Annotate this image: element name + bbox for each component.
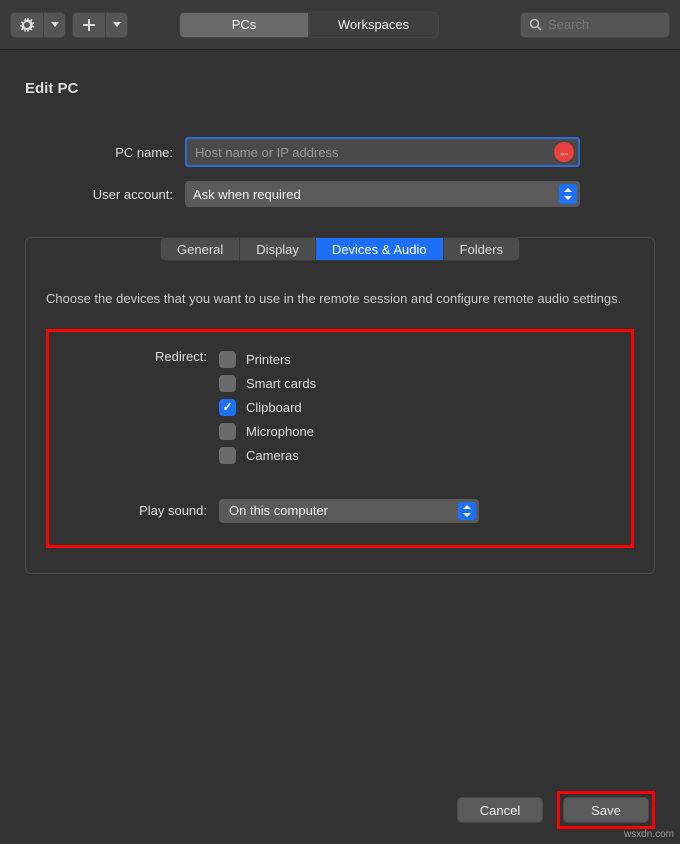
checkbox-clipboard-label: Clipboard (246, 400, 302, 415)
footer-buttons: Cancel Save (457, 791, 655, 829)
user-account-value: Ask when required (193, 187, 301, 202)
checkbox-cameras-label: Cameras (246, 448, 299, 463)
settings-button[interactable] (10, 12, 44, 38)
chevron-down-icon (51, 22, 59, 27)
tab-folders[interactable]: Folders (444, 237, 520, 261)
page-title: Edit PC (25, 80, 655, 97)
play-sound-label: Play sound: (69, 503, 219, 518)
search-input[interactable] (548, 17, 661, 32)
checkbox-microphone[interactable] (219, 423, 236, 440)
updown-icon (559, 184, 577, 204)
view-segmented: PCs Workspaces (179, 12, 439, 38)
play-sound-select[interactable]: On this computer (219, 499, 479, 523)
settings-group (10, 12, 66, 38)
tab-general[interactable]: General (160, 237, 240, 261)
user-account-label: User account: (25, 187, 185, 202)
checkbox-printers[interactable] (219, 351, 236, 368)
updown-icon (458, 502, 476, 520)
settings-panel: General Display Devices & Audio Folders … (25, 237, 655, 574)
watermark: wsxdn.com (624, 829, 674, 840)
save-highlight: Save (557, 791, 655, 829)
add-group (72, 12, 128, 38)
checkbox-printers-label: Printers (246, 352, 291, 367)
search-icon (529, 18, 542, 31)
add-dropdown-button[interactable] (106, 12, 128, 38)
toolbar: PCs Workspaces (0, 0, 680, 50)
save-button[interactable]: Save (563, 797, 649, 823)
pc-name-label: PC name: (25, 145, 185, 160)
redirect-checkbox-group: Printers Smart cards Clipboard Microphon… (219, 344, 316, 471)
user-account-row: User account: Ask when required (25, 181, 655, 207)
tab-display[interactable]: Display (240, 237, 316, 261)
play-sound-value: On this computer (229, 503, 328, 518)
redirect-label: Redirect: (69, 344, 219, 471)
redirect-microphone-row: Microphone (219, 423, 316, 440)
pc-name-input[interactable] (185, 137, 580, 167)
plus-icon (83, 19, 95, 31)
tab-devices-audio[interactable]: Devices & Audio (316, 237, 444, 261)
chevron-down-icon (113, 22, 121, 27)
checkbox-cameras[interactable] (219, 447, 236, 464)
cancel-button[interactable]: Cancel (457, 797, 543, 823)
settings-dropdown-button[interactable] (44, 12, 66, 38)
redirect-clipboard-row: Clipboard (219, 399, 316, 416)
user-account-select[interactable]: Ask when required (185, 181, 580, 207)
checkbox-smartcards-label: Smart cards (246, 376, 316, 391)
content: Edit PC PC name: User account: Ask when … (0, 50, 680, 604)
devices-description: Choose the devices that you want to use … (46, 289, 634, 309)
tab-workspaces[interactable]: Workspaces (309, 12, 439, 38)
redirect-printers-row: Printers (219, 351, 316, 368)
redirect-smartcards-row: Smart cards (219, 375, 316, 392)
pc-name-row: PC name: (25, 137, 655, 167)
redirect-cameras-row: Cameras (219, 447, 316, 464)
gear-icon (19, 17, 35, 33)
panel-tabs: General Display Devices & Audio Folders (46, 237, 634, 261)
checkbox-clipboard[interactable] (219, 399, 236, 416)
redirect-highlight: Redirect: Printers Smart cards Clipboard (46, 329, 634, 548)
checkbox-microphone-label: Microphone (246, 424, 314, 439)
pc-name-input-wrapper (185, 137, 580, 167)
play-sound-row: Play sound: On this computer (69, 499, 611, 523)
checkbox-smartcards[interactable] (219, 375, 236, 392)
add-button[interactable] (72, 12, 106, 38)
tab-pcs[interactable]: PCs (179, 12, 309, 38)
error-icon (554, 142, 574, 162)
search-box[interactable] (520, 12, 670, 38)
